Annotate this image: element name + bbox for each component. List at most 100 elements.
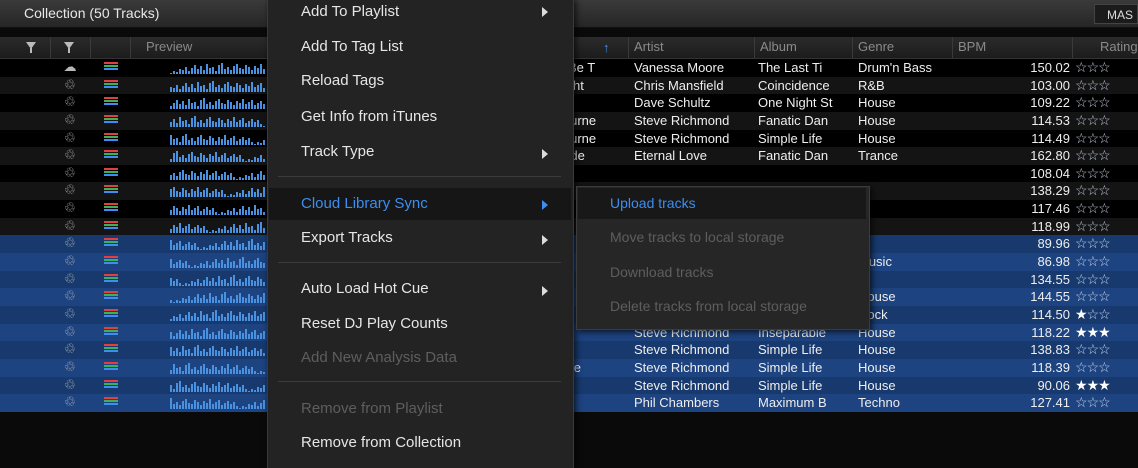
track-flag-icon — [104, 167, 118, 179]
waveform-preview[interactable] — [170, 290, 270, 304]
rating-stars[interactable]: ☆☆☆ — [1075, 165, 1138, 182]
waveform-preview[interactable] — [170, 396, 270, 410]
waveform-preview[interactable] — [170, 379, 270, 392]
track-bpm: 109.22 — [1030, 95, 1070, 111]
column-rating[interactable]: Rating — [1100, 39, 1138, 54]
waveform-preview[interactable] — [170, 361, 270, 374]
cloud-sync-submenu: Upload tracks Move tracks to local stora… — [576, 186, 870, 330]
track-genre: House — [858, 289, 896, 305]
waveform-preview[interactable] — [170, 273, 270, 286]
rating-stars[interactable]: ☆☆☆ — [1075, 147, 1138, 164]
cloud-outline-icon: ♲ — [64, 200, 76, 216]
star-outline-icon: ☆ — [1098, 94, 1111, 111]
star-filled-icon: ★ — [1086, 323, 1100, 340]
waveform-preview[interactable] — [170, 184, 270, 198]
rating-stars[interactable]: ☆☆☆ — [1075, 112, 1138, 129]
column-divider — [628, 37, 629, 58]
star-filled-icon: ★ — [1075, 323, 1088, 340]
star-outline-icon: ☆ — [1098, 235, 1111, 252]
star-outline-icon: ☆ — [1098, 394, 1111, 411]
menu-item-reload-tags[interactable]: Reload Tags — [301, 72, 384, 89]
rating-stars[interactable]: ☆☆☆ — [1075, 130, 1138, 147]
rating-stars[interactable]: ☆☆☆ — [1075, 182, 1138, 199]
waveform-preview[interactable] — [170, 237, 270, 251]
column-divider — [90, 37, 91, 58]
waveform-preview[interactable] — [170, 220, 270, 233]
star-outline-icon: ☆ — [1098, 270, 1111, 287]
rating-stars[interactable]: ☆☆☆ — [1075, 359, 1138, 376]
star-outline-icon: ☆ — [1098, 217, 1111, 234]
column-artist[interactable]: Artist — [634, 39, 664, 54]
filter-icon[interactable] — [26, 42, 36, 53]
rating-stars[interactable]: ☆☆☆ — [1075, 341, 1138, 358]
track-flag-icon — [104, 397, 118, 408]
track-album: Simple Life — [758, 130, 823, 146]
waveform-preview[interactable] — [170, 202, 270, 216]
rating-stars[interactable]: ☆☆☆ — [1075, 59, 1138, 76]
waveform-preview[interactable] — [170, 132, 270, 145]
menu-item-export-tracks[interactable]: Export Tracks — [301, 229, 393, 246]
waveform-preview[interactable] — [170, 79, 270, 92]
track-artist: Steve Richmond — [634, 112, 730, 128]
deck-label[interactable]: MAS — [1094, 4, 1138, 24]
waveform-preview[interactable] — [170, 61, 270, 74]
track-artist: Dave Schultz — [634, 95, 711, 111]
menu-item-reset-dj-play-counts[interactable]: Reset DJ Play Counts — [301, 315, 448, 332]
rating-stars[interactable]: ★☆☆ — [1075, 306, 1138, 323]
submenu-item-upload-tracks[interactable]: Upload tracks — [610, 195, 696, 211]
rating-stars[interactable]: ☆☆☆ — [1075, 77, 1138, 94]
star-outline-icon: ☆ — [1075, 129, 1088, 146]
menu-item-add-to-tag-list[interactable]: Add To Tag List — [301, 38, 403, 55]
track-flag-icon — [104, 256, 118, 267]
track-genre: Drum'n Bass — [858, 60, 933, 75]
submenu-arrow-icon — [542, 149, 548, 159]
rating-stars[interactable]: ☆☆☆ — [1075, 394, 1138, 411]
track-flag-icon — [104, 308, 118, 320]
track-bpm: 138.83 — [1030, 342, 1070, 358]
menu-item-auto-load-hot-cue[interactable]: Auto Load Hot Cue — [301, 280, 429, 297]
menu-item-remove-from-playlist: Remove from Playlist — [301, 400, 443, 417]
rating-stars[interactable]: ★★★ — [1075, 324, 1138, 341]
waveform-preview[interactable] — [170, 326, 270, 339]
waveform-preview[interactable] — [170, 96, 270, 110]
rating-stars[interactable]: ☆☆☆ — [1075, 288, 1138, 305]
track-genre: Trance — [858, 148, 898, 164]
cloud-outline-icon: ♲ — [64, 76, 76, 92]
track-genre: House — [858, 130, 896, 146]
menu-item-cloud-library-sync[interactable]: Cloud Library Sync — [301, 195, 428, 212]
waveform-preview[interactable] — [170, 343, 270, 357]
track-flag-icon — [104, 291, 118, 302]
track-bpm: 89.96 — [1037, 236, 1070, 252]
cloud-outline-icon: ♲ — [64, 376, 76, 392]
menu-item-get-info-itunes[interactable]: Get Info from iTunes — [301, 108, 437, 125]
rating-stars[interactable]: ☆☆☆ — [1075, 253, 1138, 270]
cloud-outline-icon: ♲ — [64, 147, 76, 163]
waveform-preview[interactable] — [170, 255, 270, 269]
menu-item-track-type[interactable]: Track Type — [301, 143, 374, 160]
star-outline-icon: ☆ — [1075, 358, 1088, 375]
track-flag-icon — [104, 114, 118, 126]
star-filled-icon: ★ — [1086, 376, 1100, 393]
rating-stars[interactable]: ☆☆☆ — [1075, 218, 1138, 235]
star-outline-icon: ☆ — [1086, 111, 1100, 128]
column-album[interactable]: Album — [760, 39, 797, 54]
menu-item-remove-from-collection[interactable]: Remove from Collection — [301, 434, 461, 451]
column-preview[interactable]: Preview — [146, 39, 192, 54]
filter-icon-2[interactable] — [64, 42, 74, 53]
column-genre[interactable]: Genre — [858, 39, 894, 54]
waveform-preview[interactable] — [170, 149, 270, 163]
rating-stars[interactable]: ★★★ — [1075, 377, 1138, 394]
rating-stars[interactable]: ☆☆☆ — [1075, 94, 1138, 111]
star-outline-icon: ☆ — [1098, 200, 1111, 217]
waveform-preview[interactable] — [170, 308, 270, 321]
waveform-preview[interactable] — [170, 114, 270, 127]
rating-stars[interactable]: ☆☆☆ — [1075, 235, 1138, 252]
rating-stars[interactable]: ☆☆☆ — [1075, 271, 1138, 288]
rating-stars[interactable]: ☆☆☆ — [1075, 200, 1138, 217]
star-outline-icon: ☆ — [1098, 111, 1111, 128]
column-bpm[interactable]: BPM — [958, 39, 986, 54]
menu-item-add-to-playlist[interactable]: Add To Playlist — [301, 3, 399, 20]
waveform-preview[interactable] — [170, 167, 270, 180]
track-genre: House — [858, 359, 896, 375]
track-genre: House — [858, 342, 896, 358]
